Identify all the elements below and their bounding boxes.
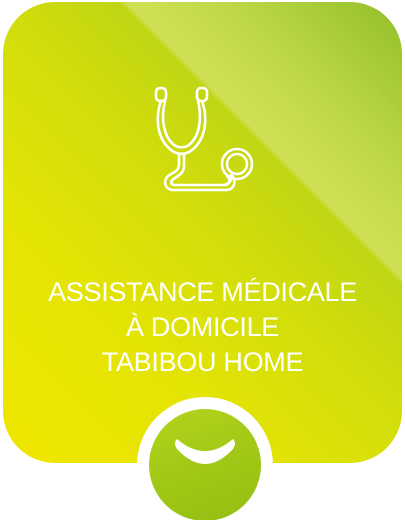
card-title-line-1: ASSISTANCE MÉDICALE [48,277,357,307]
chevron-down-icon [175,439,235,464]
card-title-line-3: TABIBOU HOME [101,347,304,377]
card-title-line-2: À DOMICILE [125,312,280,342]
stethoscope-icon [154,86,254,192]
expand-button-circle[interactable] [149,409,261,520]
expand-button[interactable] [137,397,273,520]
page: ASSISTANCE MÉDICALE À DOMICILE TABIBOU H… [0,0,405,520]
card-title: ASSISTANCE MÉDICALE À DOMICILE TABIBOU H… [3,275,402,380]
service-card[interactable]: ASSISTANCE MÉDICALE À DOMICILE TABIBOU H… [3,2,402,463]
card-gloss [3,2,402,463]
